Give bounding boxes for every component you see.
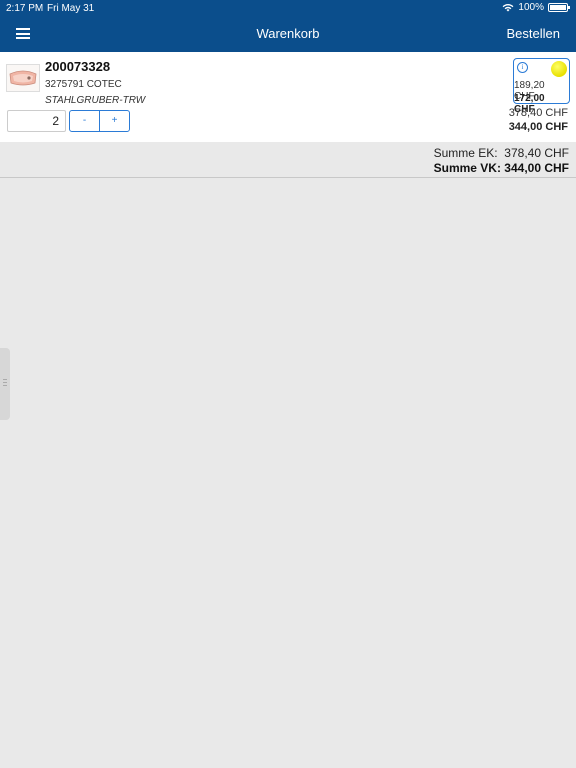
article-number: 200073328	[45, 59, 111, 74]
quantity-field[interactable]: 2	[7, 110, 66, 132]
sum-vk: Summe VK: 344,00 CHF	[433, 161, 569, 175]
availability-dot-icon	[551, 61, 567, 77]
side-panel-handle[interactable]	[0, 348, 10, 420]
status-indicators: 100%	[502, 2, 570, 13]
increment-button[interactable]: +	[99, 111, 129, 131]
line-total-ek: 378,40 CHF	[508, 107, 568, 119]
page-title: Warenkorb	[256, 26, 320, 41]
status-time: 2:17 PM	[6, 3, 44, 14]
brake-pad-image	[9, 70, 37, 86]
grip-icon	[3, 379, 7, 388]
article-reference: 3275791 COTEC	[45, 79, 122, 90]
product-thumbnail[interactable]	[6, 64, 40, 92]
order-button[interactable]: Bestellen	[507, 26, 560, 41]
price-info-box[interactable]: i 189,20 CHF 172,00 CHF	[513, 58, 570, 115]
cart-item[interactable]: 200073328 3275791 COTEC STAHLGRUBER-TRW …	[0, 52, 576, 142]
quantity-stepper: - +	[69, 110, 130, 132]
battery-icon	[548, 3, 570, 12]
cart-totals: Summe EK: 378,40 CHF Summe VK: 344,00 CH…	[0, 142, 576, 178]
app-header: 2:17 PM Fri May 31 100% Warenkorb Bestel…	[0, 0, 576, 52]
sum-ek: Summe EK: 378,40 CHF	[433, 146, 569, 160]
battery-percentage: 100%	[518, 2, 544, 13]
info-icon[interactable]: i	[517, 62, 528, 73]
article-brand: STAHLGRUBER-TRW	[45, 95, 146, 106]
wifi-icon	[503, 3, 514, 12]
status-date: Fri May 31	[47, 3, 95, 14]
line-total-vk: 344,00 CHF	[508, 121, 568, 133]
decrement-button[interactable]: -	[70, 111, 99, 131]
